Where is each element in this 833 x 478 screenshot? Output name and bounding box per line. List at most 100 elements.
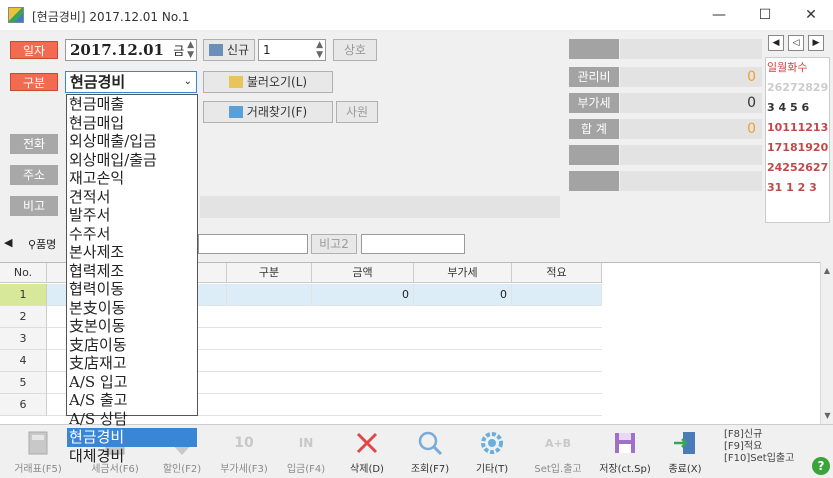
memo2-field[interactable] [361,234,465,254]
row-number[interactable]: 5 [0,372,47,394]
toolbar-label: 조회(F7) [410,464,450,475]
calendar-back-icon[interactable]: ◁ [788,35,804,51]
dropdown-option[interactable]: 외상매출/입금 [67,132,197,151]
mini-calendar[interactable]: 일월화수 262728293 3 4 5 6 10111213 17181920… [765,57,830,223]
exit-button[interactable]: 종료(X) [655,425,715,478]
dropdown-option[interactable]: 대체경비 [67,447,197,466]
col-header-vat[interactable]: 부가세 [414,263,512,283]
dropdown-option[interactable]: A/S 상담 [67,410,197,429]
type-select[interactable]: 현금경비 ⌄ [65,71,197,93]
memo-field[interactable] [200,196,560,218]
toolbar-label: 삭제(D) [350,464,384,475]
magnifier-icon [418,431,443,456]
manage-fee-label: 관리비 [569,67,619,87]
query-button[interactable]: 조회(F7) [400,425,460,478]
row-number[interactable]: 6 [0,394,47,416]
set-in-out-button[interactable]: A+B Set입.출고 [528,425,588,478]
dropdown-option[interactable]: 본支이동 [67,299,197,318]
memo-label: 비고 [10,196,58,216]
phone-label: 전화 [10,134,58,154]
toolbar-label: 종료(X) [668,464,702,475]
dropdown-option[interactable]: 외상매입/출금 [67,151,197,170]
number-spinner-icon[interactable]: ▲ ▼ [316,40,323,60]
gear-icon [481,432,503,454]
item-search-field[interactable] [198,234,308,254]
folder-icon [228,76,243,88]
chevron-down-icon[interactable]: ⌄ [184,72,192,92]
row-number[interactable]: 3 [0,328,47,350]
fkey-hint: [F9]적요 [724,441,763,452]
row-number[interactable]: 4 [0,350,47,372]
calendar-week[interactable]: 24252627 [766,158,829,178]
dropdown-option[interactable]: A/S 출고 [67,391,197,410]
calendar-week[interactable]: 10111213 [766,118,829,138]
dropdown-option[interactable]: 발주서 [67,206,197,225]
scroll-down-icon[interactable]: ▼ [821,411,833,420]
number-value: 1 [263,43,271,57]
col-header-no[interactable]: No. [0,263,47,283]
grid-cell[interactable] [227,284,312,306]
svg-text:10: 10 [234,435,254,451]
dropdown-option[interactable]: A/S 입고 [67,373,197,392]
exit-door-icon [674,432,695,454]
minimize-button[interactable]: — [704,4,734,26]
new-doc-icon [208,44,223,56]
row-number[interactable]: 1 [0,284,47,306]
percent-icon: 10 [234,435,254,451]
scroll-up-icon[interactable]: ▲ [821,266,833,275]
calendar-next-icon[interactable]: ▶ [808,35,824,51]
new-button[interactable]: 신규 [203,39,255,61]
item-search-text: 품명 [36,238,57,251]
number-field[interactable]: 1 ▲ ▼ [258,39,326,61]
help-icon[interactable]: ? [812,457,830,475]
grid-scrollbar[interactable]: ▲ ▼ [820,262,833,424]
deposit-button[interactable]: IN 입금(F4) [276,425,336,478]
nav-left-icon[interactable]: ◀ [4,236,12,249]
trade-name-button[interactable]: 상호 [333,39,377,61]
dropdown-option[interactable]: 支店이동 [67,336,197,355]
dropdown-option-selected[interactable]: 현금경비 [67,428,197,447]
col-header-type[interactable]: 구분 [227,263,312,283]
delete-button[interactable]: 삭제(D) [337,425,397,478]
dropdown-option[interactable]: 수주서 [67,225,197,244]
dropdown-option[interactable]: 支본이동 [67,317,197,336]
dropdown-option[interactable]: 재고손익 [67,169,197,188]
dropdown-option[interactable]: 현금매출 [67,95,197,114]
col-header-amount[interactable]: 금액 [312,263,414,283]
dropdown-option[interactable]: 支店재고 [67,354,197,373]
trade-slip-button[interactable]: 거래표(F5) [8,425,68,478]
col-header-memo[interactable]: 적요 [512,263,602,283]
date-label: 일자 [10,41,58,59]
search-trade-button[interactable]: 거래찾기(F) [203,101,333,123]
etc-button[interactable]: 기타(T) [462,425,522,478]
calendar-header: 일월화수 [767,61,808,74]
calendar-week[interactable]: 262728293 [766,78,829,98]
calendar-week[interactable]: 17181920 [766,138,829,158]
calendar-week[interactable]: 31 1 2 3 [766,178,829,198]
employee-button[interactable]: 사원 [336,101,378,123]
item-search-label: ⚲품명 [28,236,56,252]
floppy-disk-icon [615,433,635,453]
dropdown-option[interactable]: 현금매입 [67,114,197,133]
date-spinner-icon[interactable]: ▲ ▼ [187,40,194,60]
type-dropdown-list[interactable]: 현금매출 현금매입 외상매출/입금 외상매입/출금 재고손익 견적서 발주서 수… [66,94,198,465]
weekday-value: 금 [173,44,185,58]
save-button[interactable]: 저장(ct.Sp) [595,425,655,478]
close-button[interactable]: ✕ [796,4,826,26]
vat-button[interactable]: 10 부가세(F3) [214,425,274,478]
dropdown-option[interactable]: 협력제조 [67,262,197,281]
dropdown-option[interactable]: 본사제조 [67,243,197,262]
grid-cell-vat[interactable]: 0 [414,284,512,306]
calendar-prev-icon[interactable]: ◀ [768,35,784,51]
dropdown-option[interactable]: 협력이동 [67,280,197,299]
maximize-button[interactable]: ☐ [750,4,780,26]
calendar-week[interactable]: 3 4 5 6 [766,98,829,118]
grid-cell-amount[interactable]: 0 [312,284,414,306]
load-button[interactable]: 불러오기(L) [203,71,333,93]
vat-label: 부가세 [569,93,619,113]
date-field[interactable]: 2017.12.01 금 ▲ ▼ [65,39,197,61]
row-number[interactable]: 2 [0,306,47,328]
delete-x-icon [356,432,378,454]
dropdown-option[interactable]: 견적서 [67,188,197,207]
grid-cell[interactable] [512,284,602,306]
